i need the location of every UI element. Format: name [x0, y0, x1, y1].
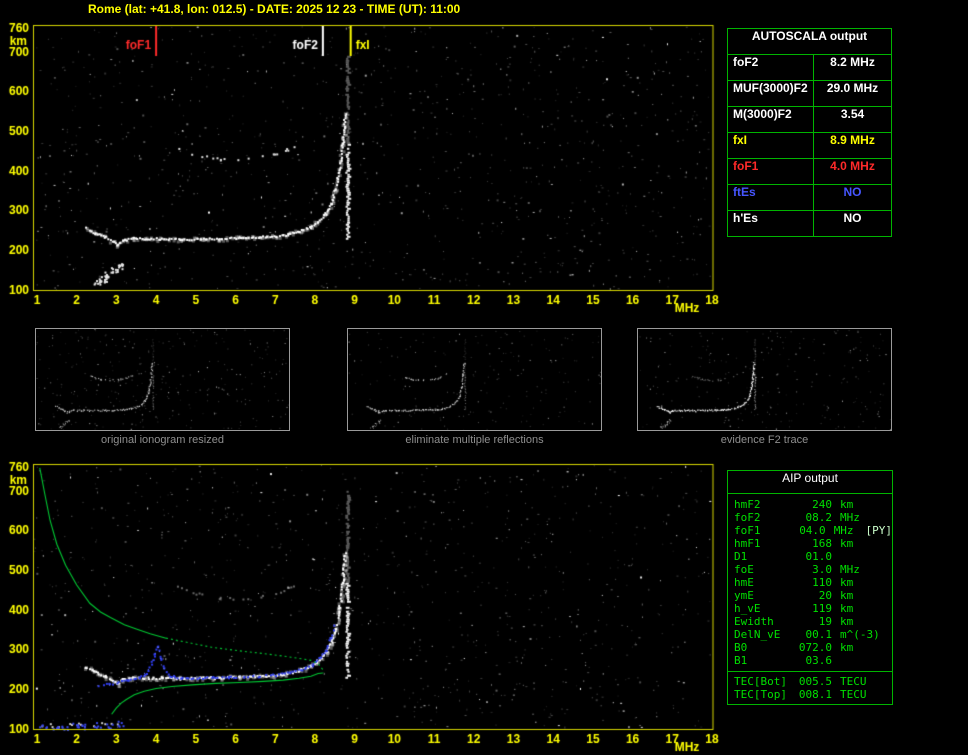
autoscala-row-m-3000-f2: M(3000)F2 3.54	[728, 107, 891, 133]
aip-param-unit: TECU	[840, 675, 867, 688]
aip-param-unit: km	[840, 498, 854, 511]
aip-param-value: 08.2	[805, 511, 833, 524]
aip-param-value: 3.0	[812, 563, 832, 576]
aip-row-b1: B1 03.6	[728, 654, 892, 667]
aip-param-unit	[832, 654, 874, 667]
aip-row-hme: hmE 110 km	[728, 576, 892, 589]
autoscala-row-muf-3000-f2: MUF(3000)F2 29.0 MHz	[728, 81, 891, 107]
aip-table-title: AIP output	[728, 471, 892, 494]
aip-tec-rows: TEC[Bot] 005.5 TECU TEC[Top] 008.1 TECU	[728, 671, 892, 704]
aip-param-value: 168	[812, 537, 832, 550]
aip-row-tec-bot: TEC[Bot] 005.5 TECU	[728, 675, 892, 688]
aip-param-value: 110	[812, 576, 832, 589]
aip-row-hmf2: hmF2 240 km	[728, 498, 892, 511]
aip-param-label: hmF2	[734, 498, 761, 511]
aip-param-label: ymE	[734, 589, 754, 602]
aip-param-label: B1	[734, 654, 748, 667]
aip-param-unit	[832, 550, 874, 563]
aip-param-value: 240	[812, 498, 832, 511]
aip-param-label: hmF1	[734, 537, 761, 550]
aip-row-tec-top: TEC[Top] 008.1 TECU	[728, 688, 892, 701]
autoscala-param-label: foF2	[728, 55, 814, 80]
aip-row-b0: B0 072.0 km	[728, 641, 892, 654]
autoscala-param-value: NO	[843, 211, 862, 225]
thumbnail-original-ionogram	[35, 328, 290, 431]
autoscala-param-value: 29.0 MHz	[826, 81, 879, 95]
ionogram-profile-plot	[0, 455, 722, 755]
aip-param-value: 20	[818, 589, 832, 602]
autoscala-row-fof1: foF1 4.0 MHz	[728, 159, 891, 185]
aip-param-unit: MHz	[840, 563, 860, 576]
aip-table-rows: hmF2 240 km foF2 08.2 MHz foF1 04.0 MHz [PY] hmF1 1…	[728, 494, 892, 669]
aip-param-unit: km	[840, 537, 854, 550]
autoscala-row-fof2: foF2 8.2 MHz	[728, 55, 891, 81]
aip-row-foe: foE 3.0 MHz	[728, 563, 892, 576]
aip-row-yme: ymE 20 km	[728, 589, 892, 602]
aip-param-label: TEC[Bot]	[734, 675, 787, 688]
aip-param-value: 005.5	[798, 675, 832, 688]
aip-row-fof2: foF2 08.2 MHz	[728, 511, 892, 524]
autoscala-param-label: fxI	[728, 133, 814, 158]
autoscala-param-value: 8.2 MHz	[830, 55, 875, 69]
aip-row-ewidth: Ewidth 19 km	[728, 615, 892, 628]
thumbnail-caption-eliminate: eliminate multiple reflections	[405, 434, 544, 446]
autoscala-param-label: ftEs	[728, 185, 814, 210]
aip-param-label: TEC[Top]	[734, 688, 787, 701]
autoscala-row-ftes: ftEs NO	[728, 185, 891, 211]
aip-param-unit: km	[840, 576, 854, 589]
aip-param-value: 00.1	[805, 628, 833, 641]
aip-param-extra: [PY]	[865, 524, 893, 537]
aip-output-table: AIP output hmF2 240 km foF2 08.2 MHz foF1 04.0 M…	[727, 470, 893, 705]
autoscala-row-h-es: h'Es NO	[728, 211, 891, 236]
autoscala-param-value: NO	[843, 185, 862, 199]
autoscala-output-table: AUTOSCALA output foF2 8.2 MHz MUF(3000)F2 2…	[727, 28, 892, 237]
autoscala-param-value: 4.0 MHz	[830, 159, 875, 173]
aip-param-label: D1	[734, 550, 748, 563]
aip-row-h-ve: h_vE 119 km	[728, 602, 892, 615]
aip-param-unit: km	[840, 602, 854, 615]
aip-param-label: foF2	[734, 511, 761, 524]
aip-param-label: h_vE	[734, 602, 761, 615]
autoscala-param-value: 8.9 MHz	[830, 133, 875, 147]
autoscala-param-label: h'Es	[728, 211, 814, 236]
aip-param-value: 072.0	[798, 641, 832, 654]
aip-param-label: foE	[734, 563, 754, 576]
aip-param-unit: MHz	[840, 511, 860, 524]
aip-param-label: hmE	[734, 576, 754, 589]
station-date-title: Rome (lat: +41.8, lon: 012.5) - DATE: 20…	[88, 2, 461, 16]
aip-param-unit: TECU	[840, 688, 867, 701]
aip-param-label: B0	[734, 641, 748, 654]
aip-param-label: DelN_vE	[734, 628, 781, 641]
aip-param-value: 119	[812, 602, 832, 615]
aip-param-value: 03.6	[805, 654, 833, 667]
aip-param-unit: m^(-3)	[840, 628, 880, 641]
aip-param-value: 19	[818, 615, 832, 628]
aip-row-fof1: foF1 04.0 MHz [PY]	[728, 524, 892, 537]
aip-param-unit: km	[840, 615, 854, 628]
aip-param-unit: km	[840, 641, 854, 654]
aip-row-hmf1: hmF1 168 km	[728, 537, 892, 550]
autoscala-app-window: Rome (lat: +41.8, lon: 012.5) - DATE: 20…	[0, 0, 968, 755]
autoscala-row-fxi: fxI 8.9 MHz	[728, 133, 891, 159]
autoscala-param-label: M(3000)F2	[728, 107, 814, 132]
aip-row-deln-ve: DelN_vE 00.1 m^(-3)	[728, 628, 892, 641]
aip-param-label: foF1	[734, 524, 761, 537]
thumbnail-caption-original: original ionogram resized	[101, 434, 224, 446]
aip-param-value: 01.0	[805, 550, 833, 563]
aip-row-d1: D1 01.0	[728, 550, 892, 563]
thumbnail-evidence-f2-trace	[637, 328, 892, 431]
thumbnail-eliminate-reflections	[347, 328, 602, 431]
autoscala-param-label: foF1	[728, 159, 814, 184]
aip-param-value: 04.0	[799, 524, 826, 537]
ionogram-autoscala-plot	[0, 16, 722, 316]
autoscala-param-value: 3.54	[840, 107, 865, 121]
autoscala-param-label: MUF(3000)F2	[728, 81, 814, 106]
aip-param-unit: MHz	[833, 524, 854, 537]
autoscala-table-title: AUTOSCALA output	[728, 29, 891, 55]
autoscala-table-rows: foF2 8.2 MHz MUF(3000)F2 29.0 MHz M(3000)F2 3…	[728, 55, 891, 236]
aip-param-value: 008.1	[798, 688, 832, 701]
thumbnail-caption-evidence: evidence F2 trace	[720, 434, 809, 446]
aip-param-label: Ewidth	[734, 615, 774, 628]
aip-param-unit: km	[840, 589, 854, 602]
